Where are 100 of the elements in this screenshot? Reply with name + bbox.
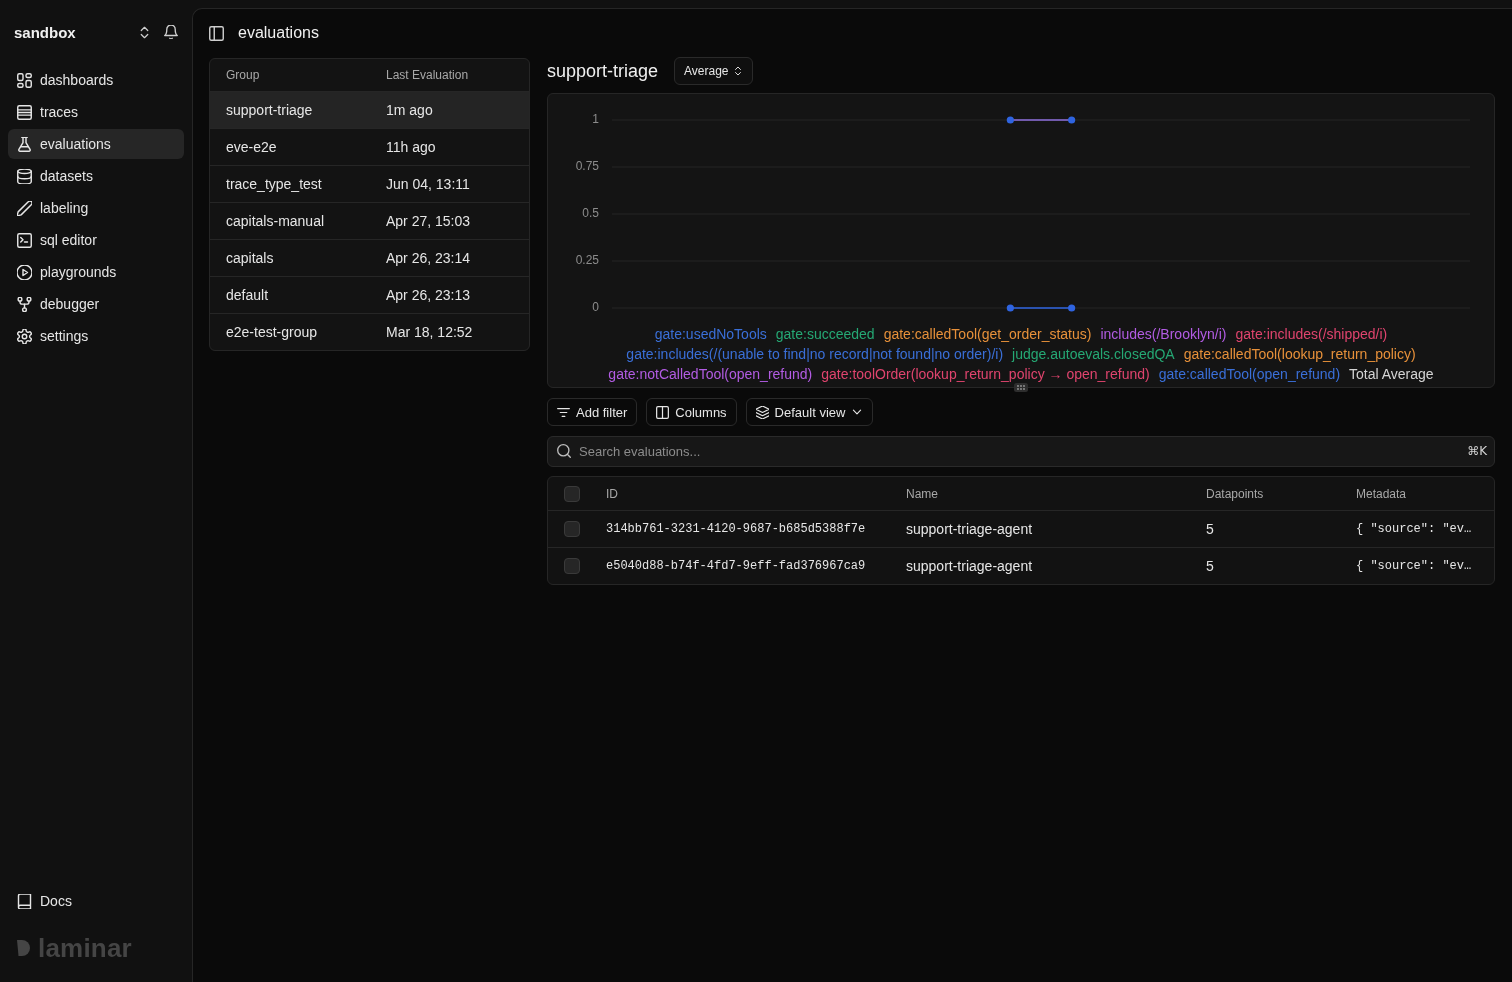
table-cell-text: Jun 04, 13:11: [386, 176, 471, 192]
table-row[interactable]: e2e-test-group Mar 18, 12:52: [210, 313, 529, 350]
table-cell-text: Apr 27, 15:03: [386, 213, 472, 229]
panel-icon: [209, 25, 224, 41]
notifications-button[interactable]: [164, 25, 178, 39]
table-cell-text: 5: [1206, 558, 1215, 574]
table-cell-text: support-triage: [226, 102, 314, 118]
search-icon: [557, 444, 571, 458]
column-header: Metadata: [1356, 486, 1408, 501]
legend-item: gate:toolOrder(lookup_return_policy → open_refund): [821, 365, 1150, 384]
column-header: ID: [606, 486, 619, 501]
checkbox[interactable]: [564, 521, 580, 537]
terminal-icon: [17, 232, 32, 248]
table-cell-text: Apr 26, 23:13: [386, 287, 472, 303]
data-point: [1006, 116, 1014, 124]
sidebar-item[interactable]: debugger: [8, 289, 184, 319]
legend-item: gate:includes(/(unable to find|no record|not found|no order)/i): [626, 345, 1004, 364]
pencil-icon: [17, 200, 32, 216]
legend-item: gate:notCalledTool(open_refund): [608, 365, 813, 384]
checkbox[interactable]: [564, 485, 580, 502]
y-tick-label: 0.25: [575, 253, 599, 268]
docs-link[interactable]: Docs: [8, 886, 184, 916]
table-cell-text: default: [226, 287, 270, 303]
legend-item: gate:includes(/shipped/i): [1235, 325, 1388, 344]
legend-item: Total Average: [1349, 365, 1434, 384]
data-point: [1068, 116, 1076, 124]
fork-icon: [17, 296, 32, 312]
toolbar-button[interactable]: Add filter: [547, 398, 638, 426]
table-cell-text: 1m ago: [386, 102, 434, 118]
table-cell-text: 5: [1206, 521, 1215, 537]
filter-icon: [557, 405, 570, 419]
column-header: Name: [906, 486, 939, 501]
legend-item: judge.autoevals.closedQA: [1012, 345, 1175, 364]
workspace-switcher[interactable]: [138, 25, 151, 39]
table-cell-text: trace_type_test: [226, 176, 323, 192]
aggregation-select[interactable]: Average: [674, 57, 753, 85]
settings-icon: [17, 328, 32, 344]
data-point: [1068, 304, 1076, 312]
table-cell-text: { "source": "ev…: [1356, 559, 1473, 573]
table-cell-text: { "source": "ev…: [1356, 522, 1473, 536]
data-point: [1006, 304, 1014, 312]
legend-item: gate:usedNoTools: [654, 325, 767, 344]
table-row[interactable]: support-triage 1m ago: [210, 91, 529, 128]
toolbar-button[interactable]: Columns: [646, 398, 737, 426]
column-header: Group: [226, 68, 261, 82]
database-icon: [17, 168, 32, 184]
table-row[interactable]: capitals Apr 26, 23:14: [210, 239, 529, 276]
toolbar-button[interactable]: Default view: [745, 398, 874, 426]
table-cell-text: eve-e2e: [226, 139, 278, 155]
grip-icon[interactable]: [1014, 383, 1028, 392]
sidebar-item[interactable]: labeling: [8, 193, 184, 223]
grid-icon: [17, 72, 32, 88]
table-row[interactable]: trace_type_test Jun 04, 13:11: [210, 165, 529, 202]
play-icon: [17, 264, 32, 280]
sidebar-item[interactable]: dashboards: [8, 65, 184, 95]
table-row[interactable]: capitals-manual Apr 27, 15:03: [210, 202, 529, 239]
sidebar-item[interactable]: traces: [8, 97, 184, 127]
table-cell-text: capitals: [226, 250, 275, 266]
chevron-up-down-icon: [138, 25, 151, 39]
sidebar-toggle[interactable]: [209, 25, 224, 41]
sidebar-item[interactable]: sql editor: [8, 225, 184, 255]
table-cell-text: e2e-test-group: [226, 324, 319, 340]
columns-icon: [656, 405, 670, 419]
chevron-up-down-icon: [732, 66, 743, 76]
legend-item: gate:calledTool(get_order_status): [883, 325, 1092, 344]
legend-item: gate:calledTool(open_refund): [1158, 365, 1341, 384]
table-row[interactable]: default Apr 26, 23:13: [210, 276, 529, 313]
sidebar-item[interactable]: playgrounds: [8, 257, 184, 287]
y-tick-label: 0.75: [575, 159, 599, 174]
checkbox[interactable]: [564, 558, 580, 574]
column-header: Last Evaluation: [386, 68, 470, 82]
table-cell-text: capitals-manual: [226, 213, 326, 229]
table-cell-text: Apr 26, 23:14: [386, 250, 472, 266]
table-cell-text: support-triage-agent: [906, 558, 1034, 574]
workspace-name: sandbox: [14, 23, 77, 41]
list-icon: [17, 104, 32, 120]
flask-icon: [17, 136, 32, 152]
sidebar-item[interactable]: settings: [8, 321, 184, 351]
legend-item: gate:calledTool(lookup_return_policy): [1183, 345, 1416, 364]
table-cell-text: support-triage-agent: [906, 521, 1034, 537]
sidebar-item[interactable]: datasets: [8, 161, 184, 191]
legend-item: includes(/Brooklyn/i): [1100, 325, 1227, 344]
y-tick-label: 0.5: [582, 206, 599, 221]
logo-icon: [17, 940, 30, 956]
page-title: evaluations: [238, 24, 319, 42]
y-tick-label: 1: [592, 112, 599, 127]
table-cell-text: e5040d88-b74f-4fd7-9eff-fad376967ca9: [606, 559, 867, 573]
table-cell-text: 11h ago: [386, 139, 437, 155]
book-icon: [17, 893, 32, 909]
table-row[interactable]: eve-e2e 11h ago: [210, 128, 529, 165]
layers-icon: [755, 405, 769, 419]
table-cell-text: 314bb761-3231-4120-9687-b685d5388f7e: [606, 522, 867, 536]
shortcut-hint: ⌘K: [1467, 444, 1487, 458]
chart-title: support-triage: [547, 60, 659, 82]
table-cell-text: Mar 18, 12:52: [386, 324, 474, 340]
sidebar-item[interactable]: evaluations: [8, 129, 184, 159]
y-tick-label: 0: [592, 300, 599, 315]
legend-item: gate:succeeded: [775, 325, 875, 344]
bell-icon: [164, 25, 178, 39]
column-header: Datapoints: [1206, 486, 1265, 501]
